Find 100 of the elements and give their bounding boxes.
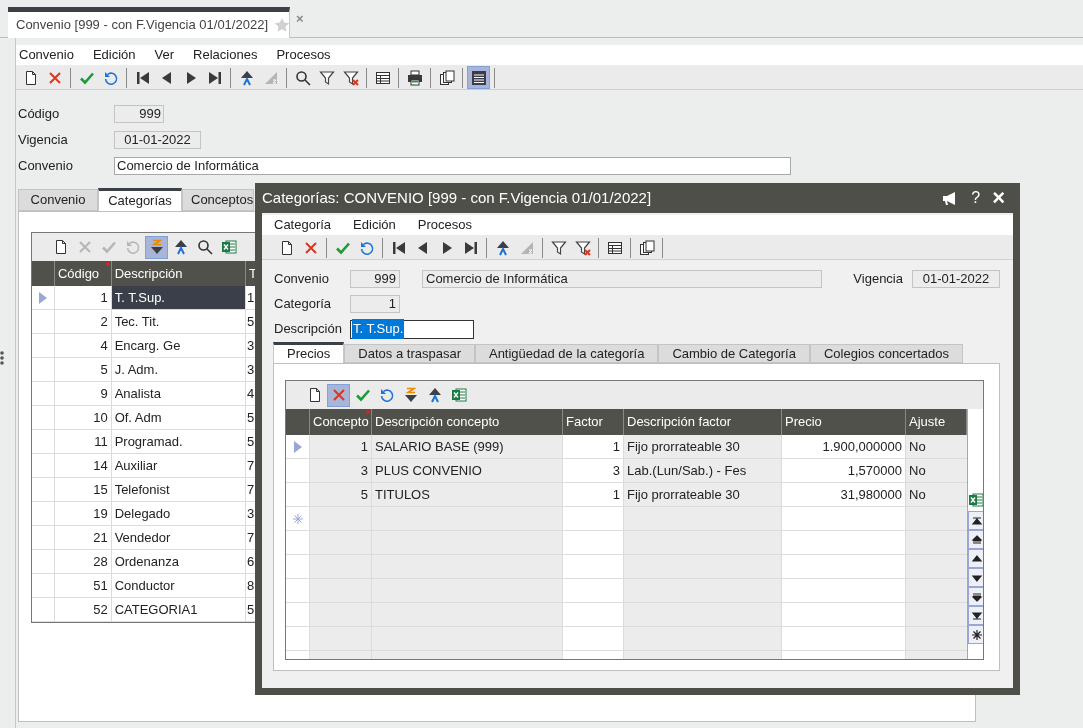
menu-item[interactable]: Categoría [274,215,332,235]
check-icon [354,387,371,403]
document-title: Convenio [999 - con F.Vigencia 01/01/2022] [16,16,268,35]
nav-button[interactable] [968,625,983,644]
table-cell[interactable] [310,627,372,650]
table-cell[interactable]: Delegado [111,502,247,525]
input-field[interactable]: 01-01-2022 [114,131,201,149]
input-field[interactable]: Comercio de Informática [422,270,822,288]
first-icon [970,514,983,527]
tab[interactable]: Conceptos [182,189,254,211]
table-cell: TITULOS [372,483,563,506]
input-field[interactable]: 1 [350,295,400,313]
tab[interactable]: Categorías [98,188,182,211]
copy-icon [438,69,455,86]
table-cell: 1 [54,286,112,309]
table-cell[interactable]: Encarg. Ge [111,334,247,357]
tab[interactable]: Colegios concertados [809,344,963,363]
table-cell-text: 1 [246,288,256,307]
table-cell[interactable]: Vendedor [111,526,247,549]
close-button[interactable]: × [992,187,1005,209]
tab[interactable]: Convenio [18,189,98,211]
column-header[interactable]: Precio [782,409,906,435]
tab[interactable]: Antigüedad de la categoría [474,344,659,363]
table-cell[interactable] [372,579,563,602]
first-icon [390,239,407,256]
column-header[interactable]: Factor [563,409,624,435]
table-cell[interactable] [906,507,967,530]
table-cell-text: 6 [246,552,256,571]
menu-item[interactable]: Edición [353,215,396,235]
sort-ascending-icon [238,69,255,86]
table-cell[interactable]: J. Adm. [111,358,247,381]
table-cell[interactable] [906,579,967,602]
table-cell[interactable]: Tec. Tit. [111,310,247,333]
toolbar-button[interactable] [468,67,489,88]
table-cell[interactable]: Auxiliar [111,454,247,477]
table-cell[interactable] [372,555,563,578]
input-field[interactable]: Comercio de Informática [114,157,791,175]
menu-item[interactable]: Convenio [18,45,75,65]
tab[interactable]: Precios [273,342,345,363]
input-field[interactable]: T. T.Sup. [350,319,474,339]
table-cell[interactable] [906,555,967,578]
menu-item[interactable]: Relaciones [192,45,259,65]
spreadsheet-icon [220,239,237,255]
undo-icon [378,387,395,403]
field-label: Convenio [274,270,330,289]
table-cell[interactable]: T. T.Sup. [111,286,247,309]
column-header[interactable]: Código [54,261,112,286]
menu-item[interactable]: Ver [153,45,176,65]
table-cell[interactable] [624,603,782,626]
table-cell: 11 [54,430,112,453]
table-cell[interactable] [310,555,372,578]
table-cell[interactable] [310,531,372,554]
sort-ascending-icon [494,239,511,256]
nav-button[interactable] [968,587,983,606]
toolbar-button[interactable] [146,236,167,258]
table-cell[interactable] [372,531,563,554]
star-icon[interactable] [274,17,290,33]
sort-descending-icon [148,239,165,255]
table-cell[interactable] [372,603,563,626]
table-cell: 1 [310,435,372,458]
table-cell[interactable] [372,627,563,650]
table-cell[interactable] [906,603,967,626]
nav-button[interactable] [968,530,983,549]
table-cell[interactable] [310,507,372,530]
table-cell[interactable]: Programad. [111,430,247,453]
help-button[interactable]: ? [971,190,981,206]
input-field[interactable]: 999 [114,105,164,123]
table-cell[interactable] [906,627,967,650]
first-icon [134,69,151,86]
table-cell[interactable] [906,531,967,554]
table-cell[interactable] [624,579,782,602]
nav-button[interactable] [968,568,983,587]
table-cell[interactable] [624,531,782,554]
nav-button[interactable] [968,606,983,625]
input-field[interactable]: 01-01-2022 [912,270,1000,288]
table-cell[interactable]: Analista [111,382,247,405]
table-cell[interactable]: Telefonist [111,478,247,501]
tab[interactable]: Datos a traspasar [344,344,475,363]
menu-item[interactable]: Procesos [417,215,472,235]
table-cell[interactable]: Of. Adm [111,406,247,429]
tab[interactable]: Cambio de Categoría [658,344,810,363]
table-cell[interactable] [372,507,563,530]
nav-button[interactable] [968,549,983,568]
table-cell[interactable]: CATEGORIA1 [111,598,247,621]
table-cell[interactable] [310,579,372,602]
menu-item[interactable]: Edición [91,45,137,65]
dialog-title: Categorías: CONVENIO [999 - con F.Vigencia 01/01/2022] [262,187,652,208]
nav-button[interactable] [968,511,983,530]
menu-item[interactable]: Procesos [275,45,332,65]
table-cell[interactable] [624,507,782,530]
spreadsheet-icon [450,387,467,403]
table-cell: 4 [54,334,112,357]
input-field[interactable]: 999 [350,270,400,288]
table-cell[interactable] [624,555,782,578]
search-icon [196,239,213,255]
table-cell[interactable]: Ordenanza [111,550,247,573]
table-cell[interactable] [624,627,782,650]
grip-icon[interactable] [0,350,5,366]
table-cell[interactable] [310,603,372,626]
table-cell[interactable]: Conductor [111,574,247,597]
